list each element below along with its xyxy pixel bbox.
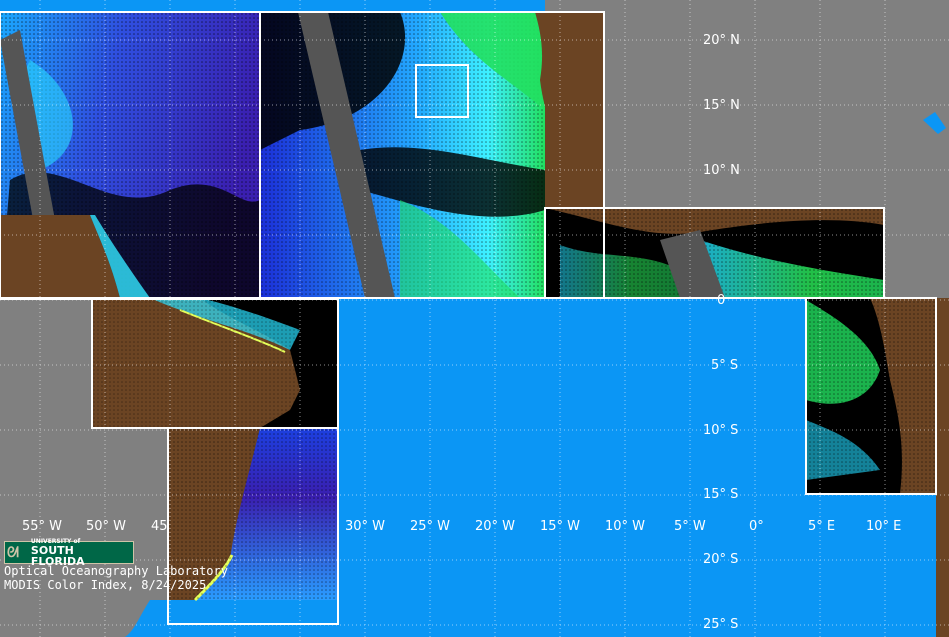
- lat-label-0: 0: [717, 293, 726, 308]
- tile-north-central: [260, 12, 545, 298]
- lon-label-50w: 50° W: [86, 519, 127, 534]
- lon-label-10w: 10° W: [605, 519, 646, 534]
- lon-label-45w: 45: [151, 519, 168, 534]
- map-viewer: 55° W 50° W 45 30° W 25° W 20° W 15° W 1…: [0, 0, 949, 637]
- usf-logo: ᘛ UNIVERSITY of SOUTH FLORIDA: [4, 538, 134, 567]
- top-ocean-strip: [0, 0, 545, 12]
- ocean-fill: [338, 298, 808, 637]
- lon-label-20w: 20° W: [475, 519, 516, 534]
- lat-label-15s: 15° S: [703, 487, 739, 502]
- lat-label-10s: 10° S: [703, 423, 739, 438]
- lon-label-5e: 5° E: [808, 519, 836, 534]
- lon-label-5w: 5° W: [674, 519, 706, 534]
- lon-label-15w: 15° W: [540, 519, 581, 534]
- lab-name: Optical Oceanography Laboratory: [4, 564, 228, 578]
- credit-block: ᘛ UNIVERSITY of SOUTH FLORIDA Optical Oc…: [4, 538, 228, 592]
- bull-horns-icon: ᘛ: [7, 544, 19, 561]
- lon-label-55w: 55° W: [22, 519, 63, 534]
- lon-label-30w: 30° W: [345, 519, 386, 534]
- lon-label-25w: 25° W: [410, 519, 451, 534]
- lat-label-10n: 10° N: [703, 163, 740, 178]
- lat-label-15n: 15° N: [703, 98, 740, 113]
- tile-northwest: [0, 12, 260, 298]
- lat-label-20s: 20° S: [703, 552, 739, 567]
- lat-label-5s: 5° S: [711, 358, 739, 373]
- lon-label-0: 0°: [749, 519, 764, 534]
- lon-label-10e: 10° E: [866, 519, 902, 534]
- lat-label-25s: 25° S: [703, 617, 739, 632]
- product-name: MODIS Color Index, 8/24/2025: [4, 578, 207, 592]
- lat-label-20n: 20° N: [703, 33, 740, 48]
